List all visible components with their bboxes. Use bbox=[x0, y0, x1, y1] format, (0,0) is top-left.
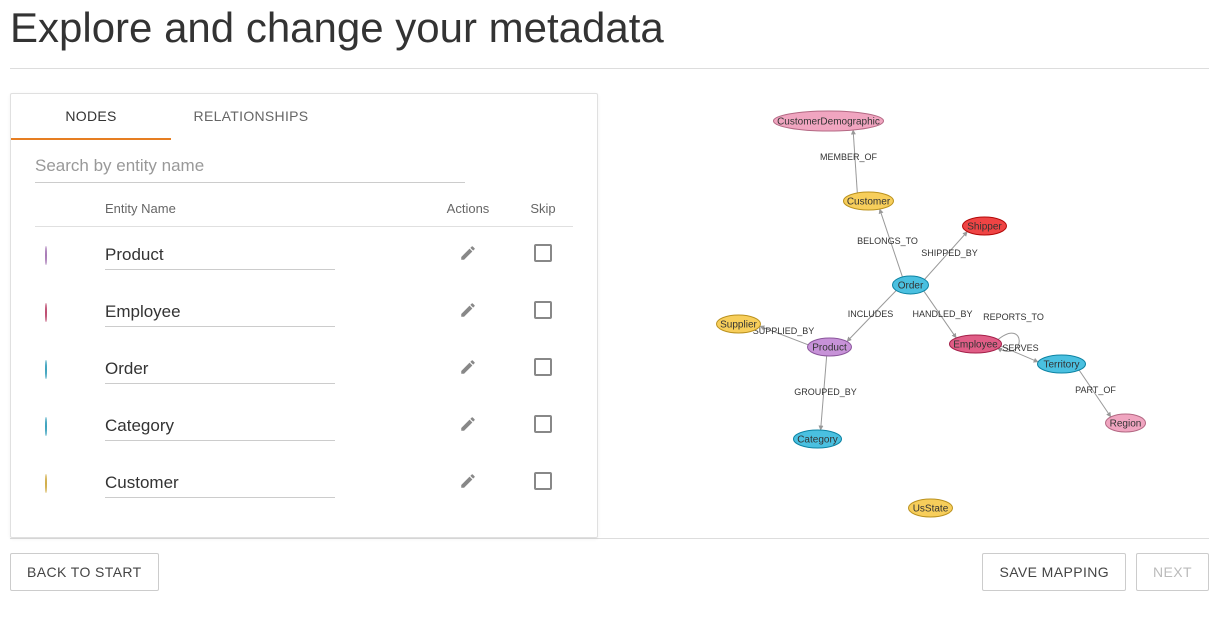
edit-icon[interactable] bbox=[459, 477, 477, 494]
entity-name-input[interactable] bbox=[105, 412, 335, 441]
next-button[interactable]: NEXT bbox=[1136, 553, 1209, 591]
color-dot bbox=[45, 303, 47, 322]
graph-node-label: Shipper bbox=[967, 222, 1002, 233]
entity-name-input[interactable] bbox=[105, 298, 335, 327]
tab-relationships[interactable]: RELATIONSHIPS bbox=[171, 94, 331, 140]
header-skip: Skip bbox=[513, 201, 573, 216]
graph-node-label: Category bbox=[797, 435, 838, 446]
table-row bbox=[35, 227, 573, 284]
skip-checkbox[interactable] bbox=[534, 415, 552, 433]
graph-node-label: Territory bbox=[1043, 360, 1079, 371]
graph-panel: MEMBER_OF BELONGS_TOSHIPPED_BY INCLUDES HAN… bbox=[618, 93, 1209, 538]
edit-icon[interactable] bbox=[459, 249, 477, 266]
table-header: Entity Name Actions Skip bbox=[35, 189, 573, 227]
entity-name-input[interactable] bbox=[105, 241, 335, 270]
graph-node-label: Product bbox=[812, 343, 847, 354]
edge-label: REPORTS_TO bbox=[983, 312, 1044, 322]
search-input[interactable] bbox=[35, 150, 465, 183]
graph-node-label: Customer bbox=[847, 197, 891, 208]
edge-label: INCLUDES bbox=[848, 309, 894, 319]
edge-label: PART_OF bbox=[1075, 385, 1116, 395]
header-entity-name: Entity Name bbox=[105, 201, 423, 216]
graph-node-label: UsState bbox=[913, 504, 949, 515]
graph-node-label: CustomerDemographic bbox=[777, 117, 880, 128]
color-dot bbox=[45, 474, 47, 493]
save-mapping-button[interactable]: SAVE MAPPING bbox=[982, 553, 1126, 591]
skip-checkbox[interactable] bbox=[534, 358, 552, 376]
edit-icon[interactable] bbox=[459, 420, 477, 437]
header-divider bbox=[10, 68, 1209, 69]
edge-label: MEMBER_OF bbox=[820, 152, 878, 162]
edit-icon[interactable] bbox=[459, 306, 477, 323]
edge-label: SUPPLIED_BY bbox=[753, 326, 815, 336]
entity-name-input[interactable] bbox=[105, 469, 335, 498]
color-dot bbox=[45, 417, 47, 436]
edge-label: GROUPED_BY bbox=[794, 387, 857, 397]
graph-node-label: Employee bbox=[953, 340, 998, 351]
edge-label: BELONGS_TO bbox=[857, 236, 918, 246]
page-title: Explore and change your metadata bbox=[10, 0, 1209, 68]
graph-node-label: Region bbox=[1110, 419, 1142, 430]
color-dot bbox=[45, 246, 47, 265]
graph-node-label: Order bbox=[898, 281, 924, 292]
graph-node-label: Supplier bbox=[720, 320, 757, 331]
edge-label: HANDLED_BY bbox=[912, 309, 972, 319]
edit-icon[interactable] bbox=[459, 363, 477, 380]
table-row bbox=[35, 341, 573, 398]
back-to-start-button[interactable]: BACK TO START bbox=[10, 553, 159, 591]
entity-panel: NODES RELATIONSHIPS Entity Name Actions … bbox=[10, 93, 598, 538]
edge-label: SHIPPED_BY bbox=[921, 248, 978, 258]
color-dot bbox=[45, 360, 47, 379]
table-row bbox=[35, 398, 573, 455]
table-row bbox=[35, 455, 573, 512]
tab-nodes[interactable]: NODES bbox=[11, 94, 171, 140]
skip-checkbox[interactable] bbox=[534, 244, 552, 262]
edge-label: SERVES bbox=[1002, 343, 1038, 353]
entity-name-input[interactable] bbox=[105, 355, 335, 384]
header-actions: Actions bbox=[423, 201, 513, 216]
skip-checkbox[interactable] bbox=[534, 301, 552, 319]
table-row bbox=[35, 284, 573, 341]
tabs: NODES RELATIONSHIPS bbox=[11, 94, 597, 140]
skip-checkbox[interactable] bbox=[534, 472, 552, 490]
